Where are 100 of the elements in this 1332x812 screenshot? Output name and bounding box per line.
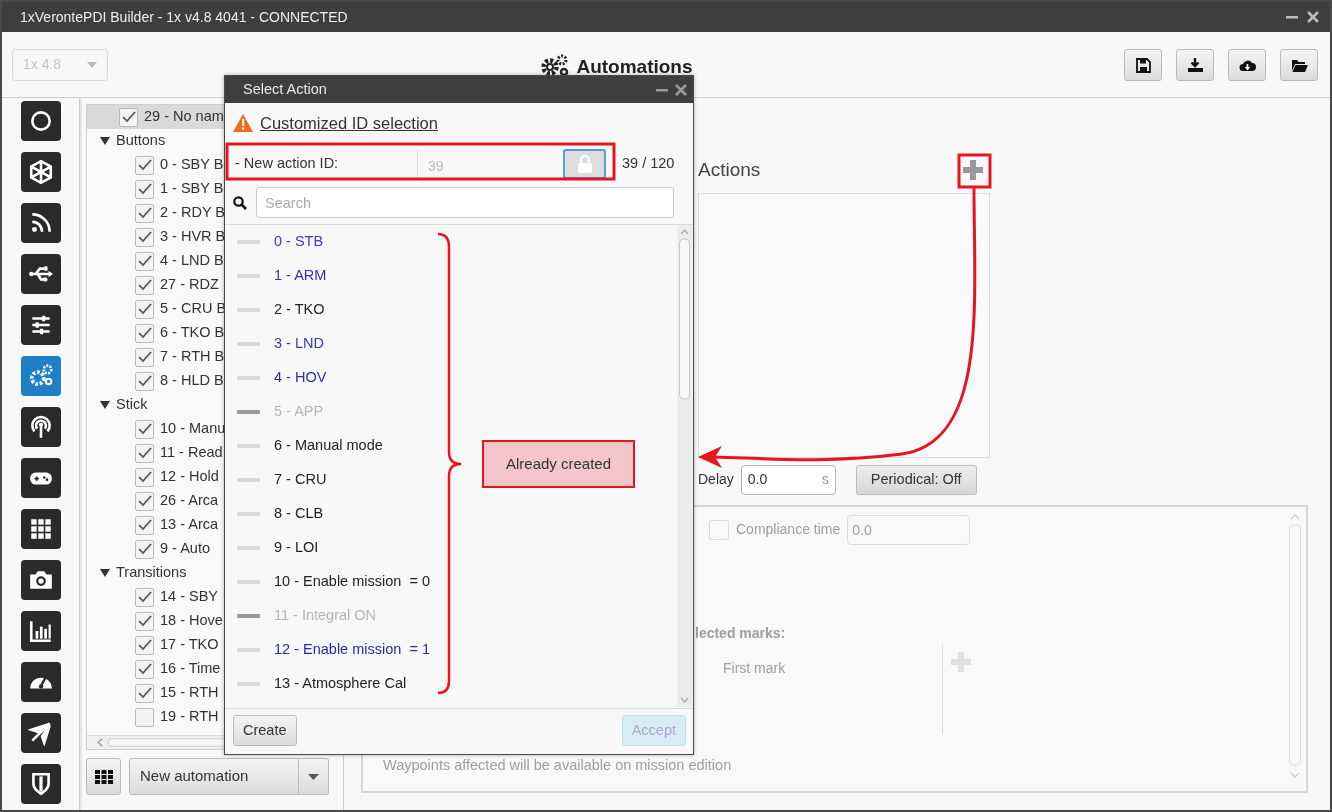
tree-item[interactable]: 13 - Arca xyxy=(87,513,223,537)
close-icon[interactable] xyxy=(675,83,687,96)
tree-group-label[interactable]: Buttons xyxy=(116,130,166,152)
sidebar-button[interactable] xyxy=(20,203,61,243)
sidebar-button[interactable] xyxy=(20,560,61,600)
tree-item[interactable]: 16 - Time xyxy=(87,657,225,681)
triangle-icon[interactable] xyxy=(99,400,111,410)
checkbox[interactable] xyxy=(135,635,154,655)
checkbox[interactable] xyxy=(135,251,154,271)
tree-item[interactable]: 11 - Read xyxy=(87,441,227,465)
action-item[interactable]: 1 - ARM xyxy=(225,259,333,293)
tree-item-label: 7 - RTH B xyxy=(160,347,225,367)
search-icon xyxy=(233,195,247,210)
note-text: Waypoints affected will be available on mission edition xyxy=(383,756,732,776)
checkbox[interactable] xyxy=(135,179,154,199)
tree-item[interactable]: 4 - LND B xyxy=(87,249,228,273)
section-title: Actions xyxy=(698,158,761,182)
checkbox[interactable] xyxy=(135,707,154,727)
action-item[interactable]: 8 - CLB xyxy=(225,497,330,531)
checkbox[interactable] xyxy=(119,107,138,127)
toolbar-button[interactable] xyxy=(1176,48,1214,81)
tree-item-label: 9 - Auto xyxy=(160,539,210,559)
close-icon[interactable] xyxy=(1306,10,1320,24)
tree-group-label[interactable]: Transitions xyxy=(116,562,187,584)
checkbox[interactable] xyxy=(135,611,154,631)
gears-icon xyxy=(27,363,54,389)
tree-item-label: 16 - Time xyxy=(160,659,221,679)
tree-item-label: 1 - SBY B xyxy=(160,179,224,199)
dropdown-button[interactable] xyxy=(299,758,329,795)
sidebar-button[interactable] xyxy=(20,254,61,294)
tree-item[interactable]: 9 - Auto xyxy=(87,537,214,561)
tree-item[interactable]: 15 - RTH xyxy=(87,681,223,705)
lock-button[interactable] xyxy=(563,149,606,179)
checkbox[interactable] xyxy=(135,419,154,439)
checkbox[interactable] xyxy=(135,491,154,511)
create-button[interactable]: Create xyxy=(233,715,297,746)
caret-icon xyxy=(87,61,97,68)
tree-item[interactable]: 27 - RDZ xyxy=(87,273,223,297)
tree-item-label: 26 - Arca xyxy=(160,491,219,511)
sidebar-button[interactable] xyxy=(20,407,61,447)
tree-item[interactable]: 17 - TKO xyxy=(87,633,223,657)
tree-item[interactable]: 8 - HLD B xyxy=(87,369,228,393)
triangle-icon[interactable] xyxy=(99,568,111,578)
field-label: - New action ID: xyxy=(234,154,340,174)
checkbox[interactable] xyxy=(135,323,154,343)
toolbar-button[interactable] xyxy=(1124,48,1162,81)
tree-item[interactable]: 26 - Arca xyxy=(87,489,223,513)
checkbox[interactable] xyxy=(135,443,154,463)
sidebar-button[interactable] xyxy=(20,305,61,345)
tree-item[interactable]: 18 - Hove xyxy=(87,609,227,633)
tree-item-label: 2 - RDY B xyxy=(160,203,225,223)
tree-item-label: 19 - RTH xyxy=(160,707,219,727)
checkbox[interactable] xyxy=(135,203,154,223)
action-item[interactable]: 13 - Atmosphere Cal xyxy=(225,667,413,701)
sidebar-button[interactable] xyxy=(20,458,61,498)
checkbox[interactable] xyxy=(135,299,154,319)
sidebar-button[interactable] xyxy=(20,509,61,549)
sidebar-button[interactable] xyxy=(20,152,61,192)
grid-button[interactable] xyxy=(86,758,121,795)
tree-item-label: 29 - No nam xyxy=(144,107,224,127)
vertical-scrollbar[interactable] xyxy=(677,225,692,707)
sidebar-button[interactable] xyxy=(20,662,61,702)
action-item[interactable]: 7 - CRU xyxy=(225,463,333,497)
add-icon[interactable] xyxy=(961,158,985,183)
tree-item[interactable]: 12 - Hold xyxy=(87,465,223,489)
checkbox[interactable] xyxy=(135,683,154,703)
search-field[interactable]: Search xyxy=(256,187,674,218)
checkbox[interactable] xyxy=(135,515,154,535)
tree-item[interactable]: 19 - RTH xyxy=(87,705,223,729)
checkbox[interactable] xyxy=(135,347,154,367)
delay-field[interactable]: 0.0 s xyxy=(740,464,836,495)
new-automation-button[interactable]: New automation xyxy=(129,758,299,795)
checkbox[interactable] xyxy=(135,275,154,295)
checkbox[interactable] xyxy=(135,659,154,679)
save-icon xyxy=(1134,56,1152,73)
dialog-title: Select Action xyxy=(243,79,327,99)
checkbox[interactable] xyxy=(135,587,154,607)
checkbox[interactable] xyxy=(135,155,154,175)
tree-item[interactable]: 1 - SBY B xyxy=(87,177,228,201)
checkbox[interactable] xyxy=(135,467,154,487)
tree-item[interactable]: 14 - SBY xyxy=(87,585,223,609)
action-item[interactable]: 10 - Enable mission = 0 xyxy=(225,565,436,599)
toolbar-button[interactable] xyxy=(1228,48,1266,81)
checkbox[interactable] xyxy=(135,539,154,559)
checkbox[interactable] xyxy=(135,227,154,247)
tree-item[interactable]: 0 - SBY B xyxy=(87,153,228,177)
action-item[interactable]: 12 - Enable mission = 1 xyxy=(225,633,436,667)
caret-icon xyxy=(308,773,319,780)
list-item: First mark xyxy=(723,658,787,678)
checkbox[interactable] xyxy=(135,371,154,391)
sidebar-button[interactable] xyxy=(20,713,61,753)
tree-group-label[interactable]: Stick xyxy=(116,394,148,416)
action-item[interactable]: 9 - LOI xyxy=(225,531,325,565)
tree-item[interactable]: 2 - RDY B xyxy=(87,201,229,225)
sidebar-button[interactable] xyxy=(20,101,61,141)
triangle-icon[interactable] xyxy=(99,136,111,146)
sidebar-button[interactable] xyxy=(20,611,61,651)
sidebar-button[interactable] xyxy=(20,764,61,804)
toolbar-button[interactable] xyxy=(1280,48,1318,81)
periodical-button[interactable]: Periodical: Off xyxy=(855,464,977,495)
